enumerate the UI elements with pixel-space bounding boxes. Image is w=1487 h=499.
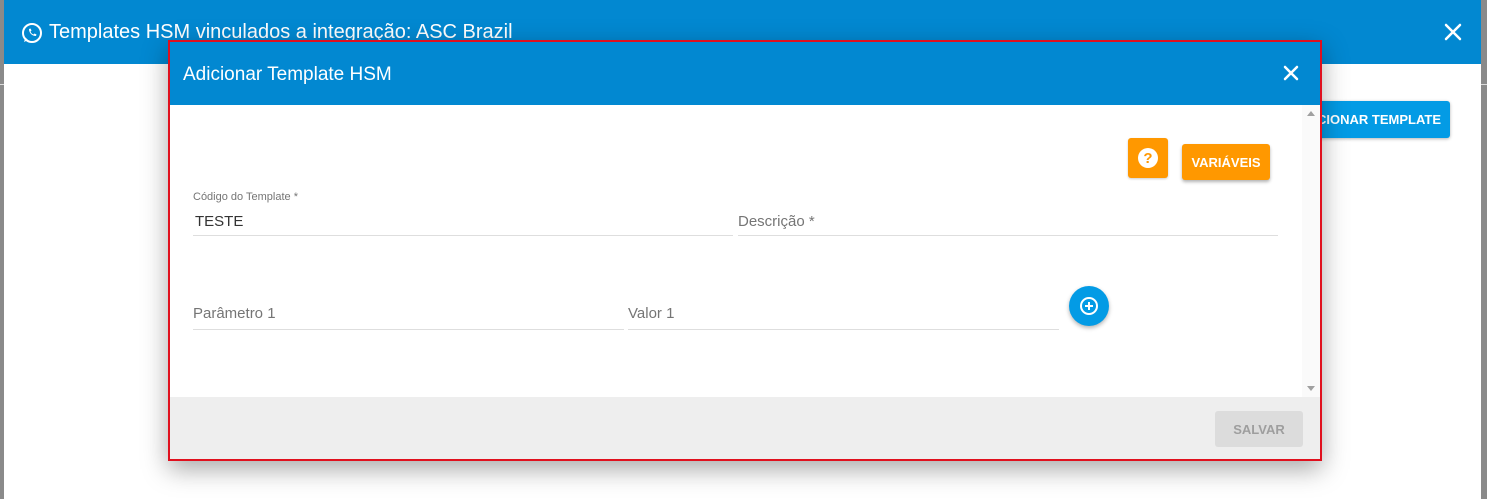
scroll-down-icon[interactable] xyxy=(1307,386,1315,391)
description-field xyxy=(738,191,1278,236)
outer-close-icon[interactable] xyxy=(1441,20,1465,44)
modal-title: Adicionar Template HSM xyxy=(183,64,392,85)
divider xyxy=(0,84,4,85)
close-icon[interactable] xyxy=(1280,62,1302,84)
modal-scrollbar[interactable] xyxy=(1302,105,1320,397)
modal-footer: SALVAR xyxy=(170,397,1320,459)
template-code-field: Código do Template * xyxy=(193,191,735,236)
template-code-input[interactable] xyxy=(195,213,735,230)
scroll-up-icon[interactable] xyxy=(1307,111,1315,116)
divider xyxy=(1481,84,1487,85)
variables-button[interactable]: VARIÁVEIS xyxy=(1182,144,1270,180)
parameter-1-field xyxy=(193,293,624,330)
modal-body: ? VARIÁVEIS Código do Template * xyxy=(170,105,1302,397)
template-code-label: Código do Template * xyxy=(193,191,298,203)
description-input[interactable] xyxy=(738,213,1278,230)
modal-header: Adicionar Template HSM xyxy=(170,42,1320,105)
value-1-field xyxy=(628,293,1059,330)
add-parameter-button[interactable] xyxy=(1069,286,1109,326)
save-button[interactable]: SALVAR xyxy=(1215,411,1303,447)
whatsapp-icon xyxy=(21,22,43,44)
value-1-input[interactable] xyxy=(628,305,1059,322)
add-template-modal: Adicionar Template HSM ? VARIÁVEIS Códig… xyxy=(168,40,1322,461)
parameter-1-input[interactable] xyxy=(193,305,624,322)
question-icon: ? xyxy=(1138,148,1158,168)
help-button[interactable]: ? xyxy=(1128,138,1168,178)
plus-circle-icon xyxy=(1080,297,1098,315)
